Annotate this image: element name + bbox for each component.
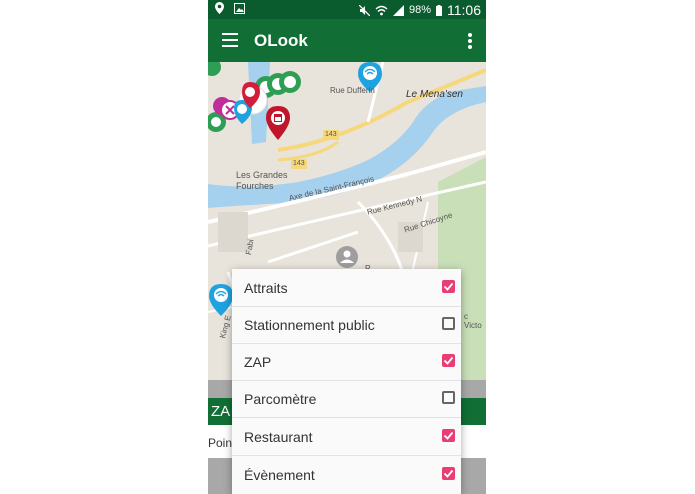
location-icon bbox=[215, 2, 224, 14]
more-options-icon[interactable] bbox=[468, 33, 472, 51]
filter-label: Stationnement public bbox=[244, 317, 375, 333]
filter-label: Attraits bbox=[244, 280, 288, 296]
mute-icon bbox=[358, 4, 370, 16]
filter-row-evenement[interactable]: Évènement bbox=[232, 456, 461, 493]
signal-icon bbox=[392, 4, 404, 16]
checkbox-checked[interactable] bbox=[442, 354, 455, 367]
checkbox-unchecked[interactable] bbox=[442, 317, 455, 330]
battery-icon bbox=[436, 4, 442, 16]
filter-row-restaurant[interactable]: Restaurant bbox=[232, 418, 461, 456]
checkbox-unchecked[interactable] bbox=[442, 391, 455, 404]
app-title: OLook bbox=[254, 31, 308, 50]
checkbox-checked[interactable] bbox=[442, 429, 455, 442]
map-label-le-menasen: Le Mena'sen bbox=[406, 89, 463, 100]
user-location-icon[interactable] bbox=[336, 246, 358, 268]
panel-subtext: Poin bbox=[208, 436, 233, 450]
battery-percent: 98% bbox=[408, 4, 431, 16]
map-label-route-143-a: 143 bbox=[325, 131, 337, 138]
filter-label: Restaurant bbox=[244, 429, 313, 445]
clock: 11:06 bbox=[447, 2, 481, 18]
checkbox-checked[interactable] bbox=[442, 467, 455, 480]
image-icon bbox=[234, 2, 245, 14]
map-label-victo: c Victo bbox=[464, 312, 482, 330]
map-label-route-143-b: 143 bbox=[293, 160, 305, 167]
filter-label: Parcomètre bbox=[244, 391, 317, 407]
hamburger-menu-icon[interactable] bbox=[222, 33, 238, 47]
filter-dialog: Attraits Stationnement public ZAP Parcom… bbox=[232, 269, 461, 494]
filter-row-parcometre[interactable]: Parcomètre bbox=[232, 380, 461, 418]
filter-row-attraits[interactable]: Attraits bbox=[232, 269, 461, 307]
filter-label: Évènement bbox=[244, 467, 315, 483]
phone-screen: 98% 11:06 OLook Rue Dufferin Le Mena'sen… bbox=[208, 0, 486, 494]
map-label-rue-dufferin: Rue Dufferin bbox=[330, 86, 375, 95]
filter-label: ZAP bbox=[244, 354, 272, 370]
app-bar: OLook bbox=[208, 19, 486, 62]
status-bar: 98% 11:06 bbox=[208, 0, 486, 19]
filter-row-zap[interactable]: ZAP bbox=[232, 343, 461, 381]
wifi-status-icon bbox=[375, 5, 388, 15]
map-label-grandes-fourches: Les Grandes Fourches bbox=[236, 170, 288, 191]
checkbox-checked[interactable] bbox=[442, 280, 455, 293]
filter-row-stationnement[interactable]: Stationnement public bbox=[232, 306, 461, 344]
